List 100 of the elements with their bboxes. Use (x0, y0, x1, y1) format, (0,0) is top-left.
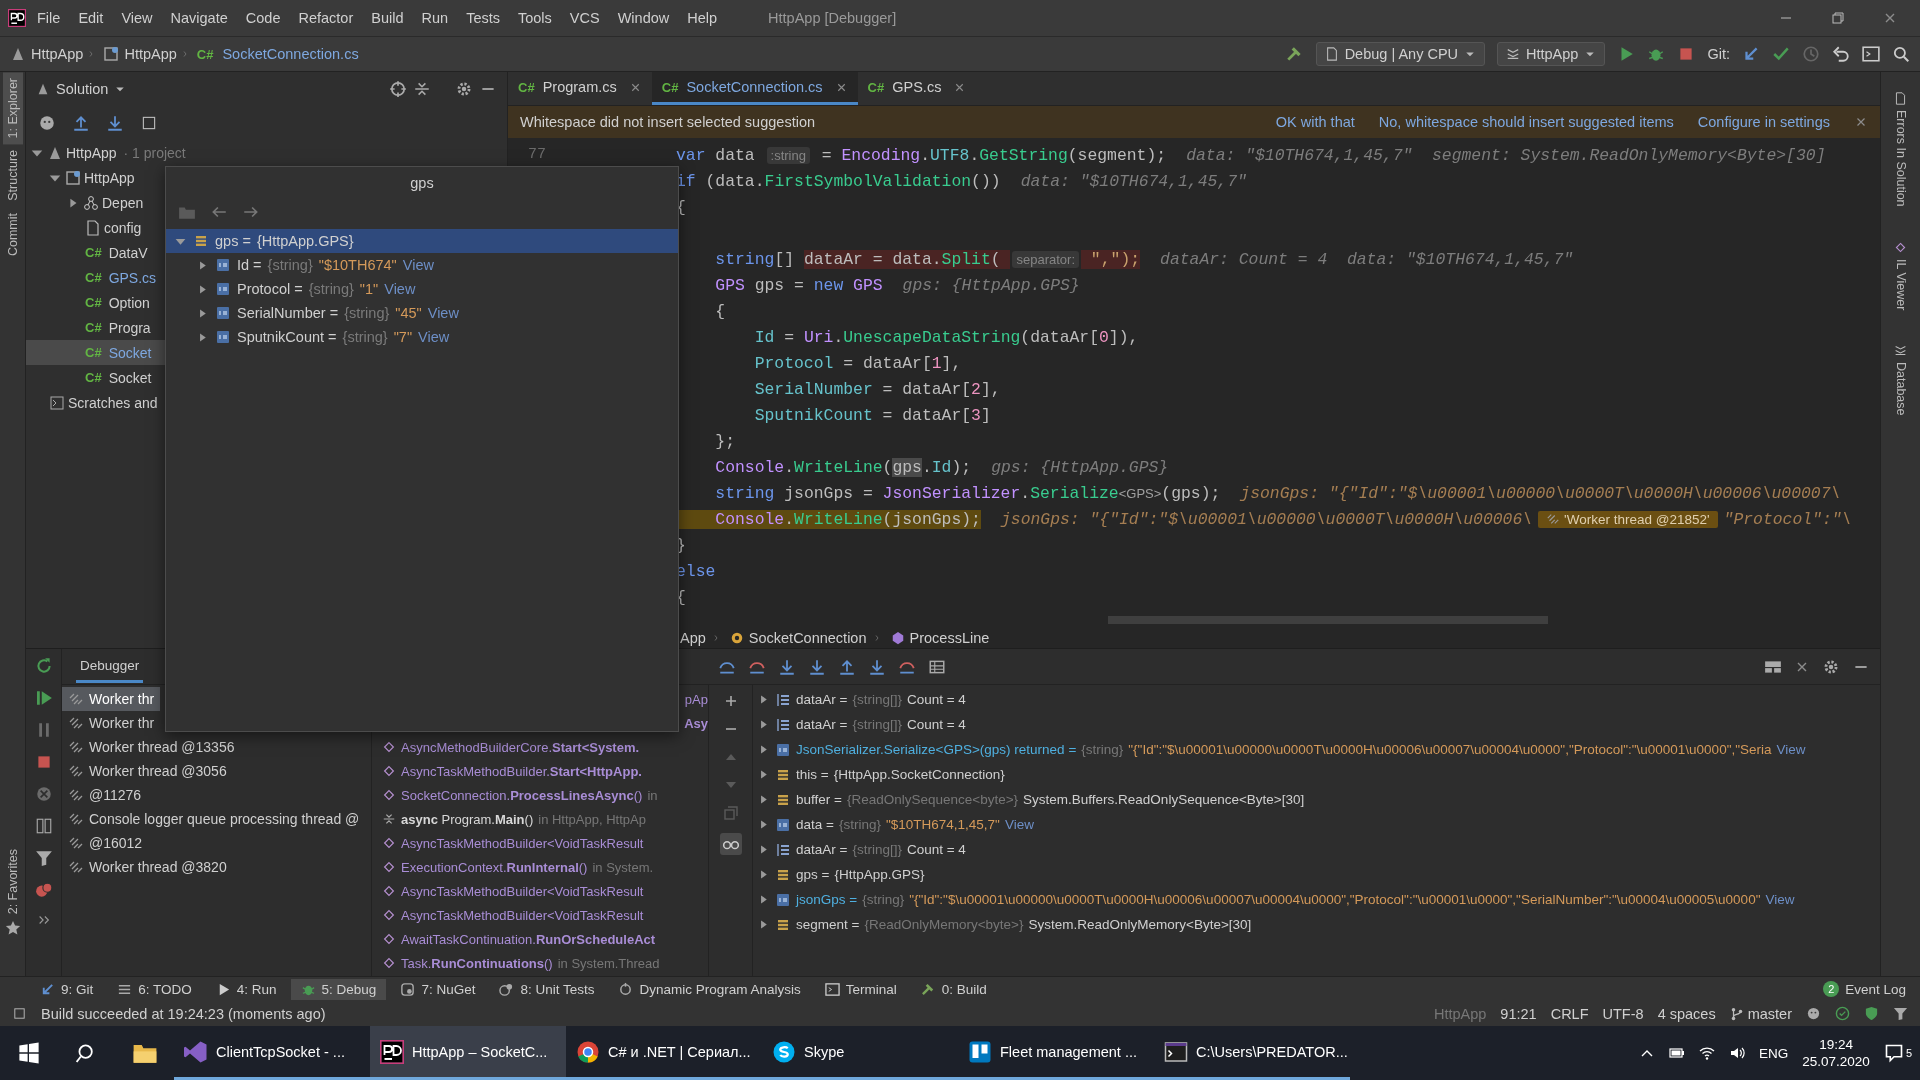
taskbar-app[interactable]: Skype (762, 1026, 958, 1080)
panel-toggle-icon[interactable] (12, 1006, 27, 1021)
thread-item[interactable]: @11276 (62, 783, 148, 807)
variable-row[interactable]: dataAr = {string[]} Count = 4 (753, 712, 1880, 737)
breadcrumb-item[interactable]: HttpApp (10, 46, 84, 62)
breadcrumb-item[interactable]: HttpApp (103, 46, 177, 62)
push-icon[interactable] (72, 114, 90, 132)
speaker-icon[interactable] (1729, 1045, 1746, 1061)
tree-item[interactable]: C# DataV (26, 240, 165, 265)
step-into-icon[interactable] (778, 657, 796, 676)
menu-item[interactable]: Build (364, 8, 411, 28)
tree-item[interactable]: HttpApp · 1 project (26, 140, 194, 165)
thread-item[interactable]: Worker thread @3056 (62, 759, 233, 783)
view-link[interactable]: View (427, 305, 469, 321)
menu-item[interactable]: View (114, 8, 160, 28)
pull-icon[interactable] (106, 114, 124, 132)
editor-tab[interactable]: C# Program.cs (508, 72, 652, 105)
taskbar-app[interactable]: HttpApp – SocketC... (370, 1026, 566, 1080)
menu-item[interactable]: Code (238, 8, 288, 28)
terminal-window-icon[interactable] (1862, 45, 1880, 63)
restore-icon[interactable] (1830, 10, 1846, 26)
tool-tab[interactable]: 6: TODO (107, 978, 202, 1000)
stack-frame[interactable]: AsyncTaskMethodBuilder<VoidTaskResult (372, 879, 708, 903)
watch-row[interactable]: SputnikCount = {string} "7" View (166, 325, 678, 349)
tool-window-tab[interactable]: 1: Explorer (2, 72, 23, 145)
run-to-cursor-icon[interactable] (868, 657, 886, 676)
notification-link[interactable]: OK with that (1275, 114, 1355, 130)
stack-frame[interactable]: AsyncTaskMethodBuilder<VoidTaskResult (372, 831, 708, 855)
watch-row[interactable]: Protocol = {string} "1" View (166, 277, 678, 301)
view-link[interactable]: View (418, 329, 460, 345)
battery-icon[interactable] (1669, 1045, 1686, 1061)
event-log-button[interactable]: 2 Event Log (1823, 981, 1920, 997)
tree-item[interactable]: C# Socket (26, 340, 165, 365)
status-item[interactable]: 4 spaces (1657, 1005, 1716, 1022)
tool-tab[interactable]: Dynamic Program Analysis (608, 978, 811, 1000)
notification-link[interactable]: No, whitespace should insert suggested items (1378, 114, 1674, 130)
thread-item[interactable]: Console logger queue processing thread @ (62, 807, 366, 831)
watch-row[interactable]: Id = {string} "$10TH674" View (166, 253, 678, 277)
clock[interactable]: 19:24 25.07.2020 (1802, 1037, 1870, 1069)
branch-widget[interactable]: master (1729, 1005, 1792, 1022)
panel-title[interactable]: Solution (56, 81, 109, 97)
thread-item[interactable]: @16012 (62, 831, 149, 855)
menu-item[interactable]: Refactor (291, 8, 361, 28)
tool-window-tab[interactable]: 2: Favorites (2, 842, 23, 920)
tree-item[interactable]: config (26, 215, 165, 240)
debugger-tab[interactable]: Debugger (76, 650, 144, 683)
filter-icon[interactable] (34, 849, 53, 867)
variable-row[interactable]: gps = {HttpApp.GPS} (753, 862, 1880, 887)
watch-row[interactable]: SerialNumber = {string} "45" View (166, 301, 678, 325)
menu-item[interactable]: Run (414, 8, 456, 28)
view-link[interactable]: View (402, 257, 444, 273)
stack-frame[interactable]: async Program.Main() in HttpApp, HttpAp (372, 807, 708, 831)
stack-frame[interactable]: Task.RunContinuations() in System.Thread (372, 951, 708, 975)
force-step-into-icon[interactable] (808, 657, 826, 676)
status-item[interactable]: UTF-8 (1602, 1005, 1644, 1022)
update-arrow-icon[interactable] (1742, 45, 1760, 63)
tool-tab[interactable]: Terminal (814, 978, 907, 1000)
split-view-icon[interactable] (34, 817, 53, 835)
tree-item[interactable]: C# Option (26, 290, 165, 315)
windows-start-icon[interactable] (18, 1042, 40, 1064)
stack-frame[interactable]: AsyncTaskMethodBuilder.Start<HttpApp. (372, 759, 708, 783)
scrollbar-thumb[interactable] (1108, 616, 1548, 624)
menu-item[interactable]: Navigate (163, 8, 235, 28)
breadcrumb-item[interactable]: SocketConnection (729, 630, 867, 646)
tree-item[interactable]: Scratches and (26, 390, 165, 415)
breadcrumb-item[interactable]: ProcessLine (890, 630, 990, 646)
thread-item[interactable]: Worker thr (62, 687, 161, 711)
tree-item[interactable]: HttpApp (26, 165, 165, 190)
tree-item[interactable]: C# Socket (26, 365, 165, 390)
thread-item[interactable]: Worker thread @3820 (62, 855, 233, 879)
taskbar-app[interactable]: C# и .NET | Сериал... (566, 1026, 762, 1080)
variable-row[interactable]: segment = {ReadOnlyMemory<byte>} System.ReadOnlyMemory<Byte>[30] (753, 912, 1880, 937)
variable-row[interactable]: dataAr = {string[]} Count = 4 (753, 837, 1880, 862)
rerun-icon[interactable] (34, 657, 53, 675)
view-link[interactable]: View (384, 281, 426, 297)
tool-tab[interactable]: 9: Git (30, 978, 104, 1000)
undo-icon[interactable] (1832, 45, 1850, 63)
star-icon[interactable] (4, 920, 21, 936)
tool-window-tab[interactable]: Commit (2, 207, 23, 263)
variable-row[interactable]: buffer = {ReadOnlySequence<byte>} System.Buffers.ReadOnlySequence<Byte>[30] (753, 787, 1880, 812)
stack-frame[interactable]: ExecutionContext.RunInternal() in System. (372, 855, 708, 879)
tool-window-tab[interactable]: Structure (2, 144, 23, 208)
notifications-button[interactable]: 5 (1883, 1043, 1912, 1063)
stack-frame[interactable]: AsyncMethodBuilderCore.Start<System. (372, 735, 708, 759)
variable-row[interactable]: dataAr = {string[]} Count = 4 (753, 687, 1880, 712)
menu-item[interactable]: VCS (562, 8, 607, 28)
wifi-icon[interactable] (1699, 1045, 1716, 1061)
ok-icon[interactable] (1835, 1006, 1850, 1021)
configuration-dropdown[interactable]: Debug | Any CPU (1315, 42, 1486, 66)
stack-frame[interactable]: SocketConnection.ProcessLinesAsync() in (372, 783, 708, 807)
taskbar-app[interactable]: C:\Users\PREDATOR... (1154, 1026, 1350, 1080)
tree-item[interactable]: Depen (26, 190, 165, 215)
editor-tab[interactable]: C# GPS.cs (857, 72, 977, 105)
settings-icon[interactable] (455, 80, 473, 98)
run-target-dropdown[interactable]: HttpApp (1497, 42, 1606, 66)
variable-row[interactable]: data = {string} "$10TH674,1,45,7" View (753, 812, 1880, 837)
checkmark-icon[interactable] (1772, 45, 1790, 63)
tree-item[interactable]: C# Progra (26, 315, 165, 340)
shield-icon[interactable] (1864, 1006, 1879, 1021)
variable-row[interactable]: jsonGps = {string} "{"Id":"$\u00001\u00000\u0000T\u0000H\u00006\u00007\u00004\u0000","Protocol":"\u00001\u0000","SerialNumber":"\u00004\u00005\u0000" View (753, 887, 1880, 912)
